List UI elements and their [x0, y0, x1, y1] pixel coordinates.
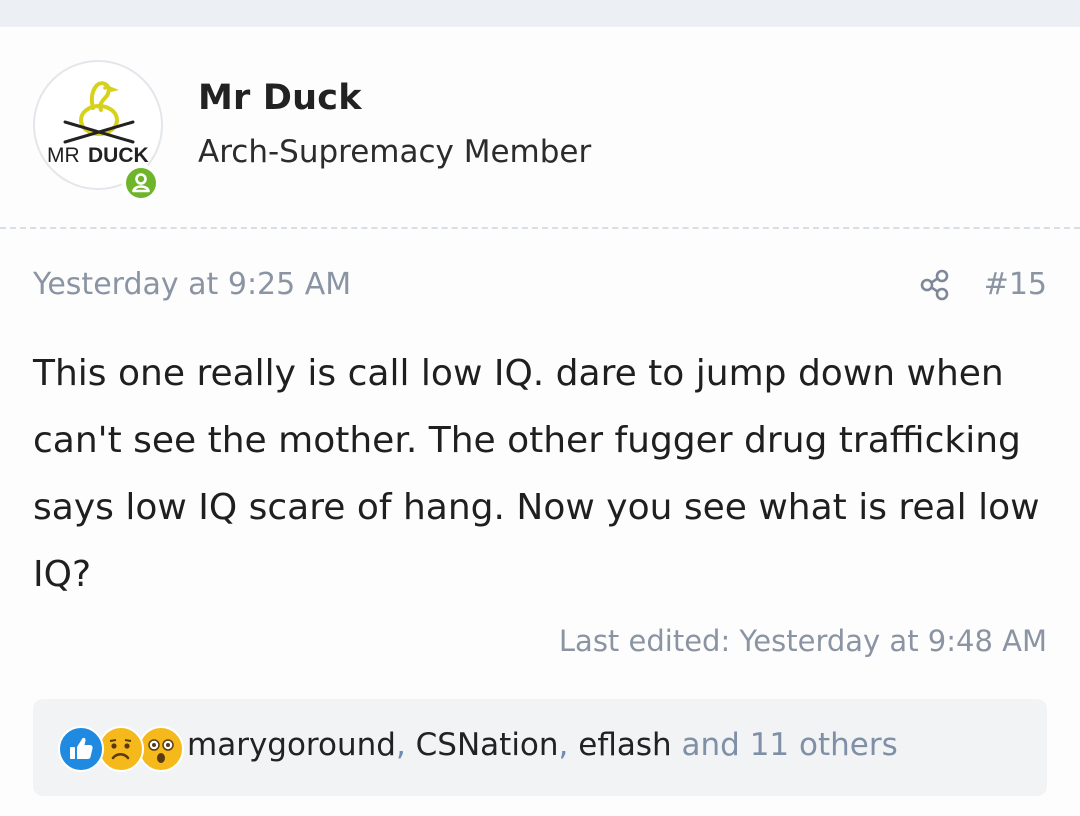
- post-date[interactable]: Yesterday at 9:25 AM: [33, 267, 351, 302]
- share-icon[interactable]: [918, 268, 952, 302]
- last-edited-note: Last edited: Yesterday at 9:48 AM: [558, 624, 1047, 658]
- sad-face-icon: [98, 726, 144, 772]
- surprised-face-icon: [138, 726, 184, 772]
- reaction-separator: ,: [395, 727, 416, 763]
- header-divider: [0, 227, 1080, 229]
- reaction-separator: ,: [558, 727, 579, 763]
- logo-text-mr: MR: [47, 144, 80, 167]
- user-online-icon: [132, 173, 150, 193]
- like-icon: [58, 726, 104, 772]
- reaction-icons[interactable]: [58, 726, 184, 772]
- reaction-user-link[interactable]: eflash: [578, 727, 671, 763]
- post-message: This one really is call low IQ. dare to …: [33, 353, 1040, 595]
- reaction-user-link[interactable]: marygoround: [187, 727, 396, 763]
- top-bar: [0, 0, 1080, 27]
- author-name[interactable]: Mr Duck: [198, 78, 362, 118]
- reaction-users: marygoround, CSNation, eflash and 11 oth…: [187, 727, 898, 763]
- online-status-badge: [122, 164, 160, 202]
- post-number-link[interactable]: #15: [984, 267, 1047, 302]
- author-title: Arch-Supremacy Member: [198, 134, 592, 170]
- reaction-others-link[interactable]: and 11 others: [682, 727, 898, 763]
- reactions-bar[interactable]: marygoround, CSNation, eflash and 11 oth…: [33, 699, 1047, 796]
- reaction-user-link[interactable]: CSNation: [416, 727, 559, 763]
